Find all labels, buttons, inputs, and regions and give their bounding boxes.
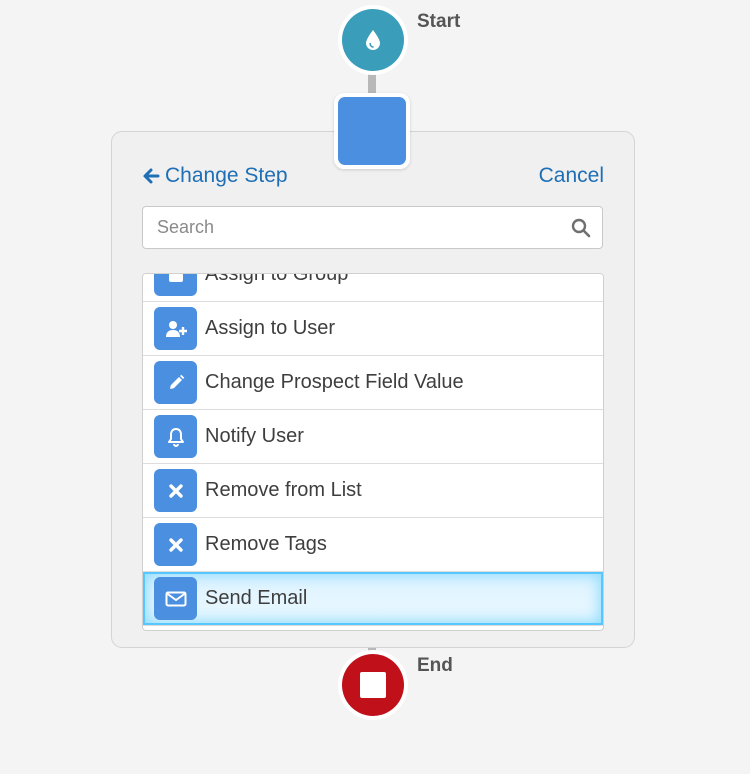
search-input[interactable] <box>143 207 553 248</box>
change-step-label: Change Step <box>165 164 288 187</box>
action-item-change-prospect-field-value[interactable]: Change Prospect Field Value <box>143 356 603 410</box>
action-label: Assign to User <box>205 317 336 339</box>
current-step-node[interactable] <box>334 93 410 169</box>
start-label: Start <box>417 11 461 32</box>
end-label: End <box>417 655 453 676</box>
pencil-icon <box>154 361 197 404</box>
end-node[interactable] <box>342 654 404 716</box>
search-box <box>142 206 603 249</box>
action-list[interactable]: Assign to Group Assign to User Change Pr… <box>142 273 604 631</box>
start-node[interactable] <box>342 9 404 71</box>
action-list-scroll: Assign to Group Assign to User Change Pr… <box>143 273 603 626</box>
action-label: Remove Tags <box>205 533 327 555</box>
action-item-remove-tags[interactable]: Remove Tags <box>143 518 603 572</box>
action-label: Send Email <box>205 587 308 609</box>
action-item-notify-user[interactable]: Notify User <box>143 410 603 464</box>
stop-icon <box>360 672 386 698</box>
action-item-assign-to-group[interactable]: Assign to Group <box>143 273 603 302</box>
group-icon <box>154 274 197 296</box>
action-item-remove-from-list[interactable]: Remove from List <box>143 464 603 518</box>
action-label: Change Prospect Field Value <box>205 371 464 393</box>
action-label: Remove from List <box>205 479 362 501</box>
arrow-left-icon <box>142 167 160 185</box>
action-item-assign-to-user[interactable]: Assign to User <box>143 302 603 356</box>
change-step-panel: Change Step Cancel Assign to Group <box>111 131 635 648</box>
envelope-icon <box>154 577 197 620</box>
start-connector <box>368 71 376 95</box>
change-step-link[interactable]: Change Step <box>142 164 288 188</box>
x-icon <box>154 523 197 566</box>
water-drop-icon <box>366 30 380 50</box>
action-label: Notify User <box>205 425 304 447</box>
cancel-button[interactable]: Cancel <box>539 164 604 188</box>
add-user-icon <box>154 307 197 350</box>
x-icon <box>154 469 197 512</box>
action-item-send-email[interactable]: Send Email <box>143 572 603 626</box>
search-icon[interactable] <box>571 218 591 238</box>
action-label: Assign to Group <box>205 273 349 285</box>
current-step-fill <box>338 97 406 165</box>
bell-icon <box>154 415 197 458</box>
